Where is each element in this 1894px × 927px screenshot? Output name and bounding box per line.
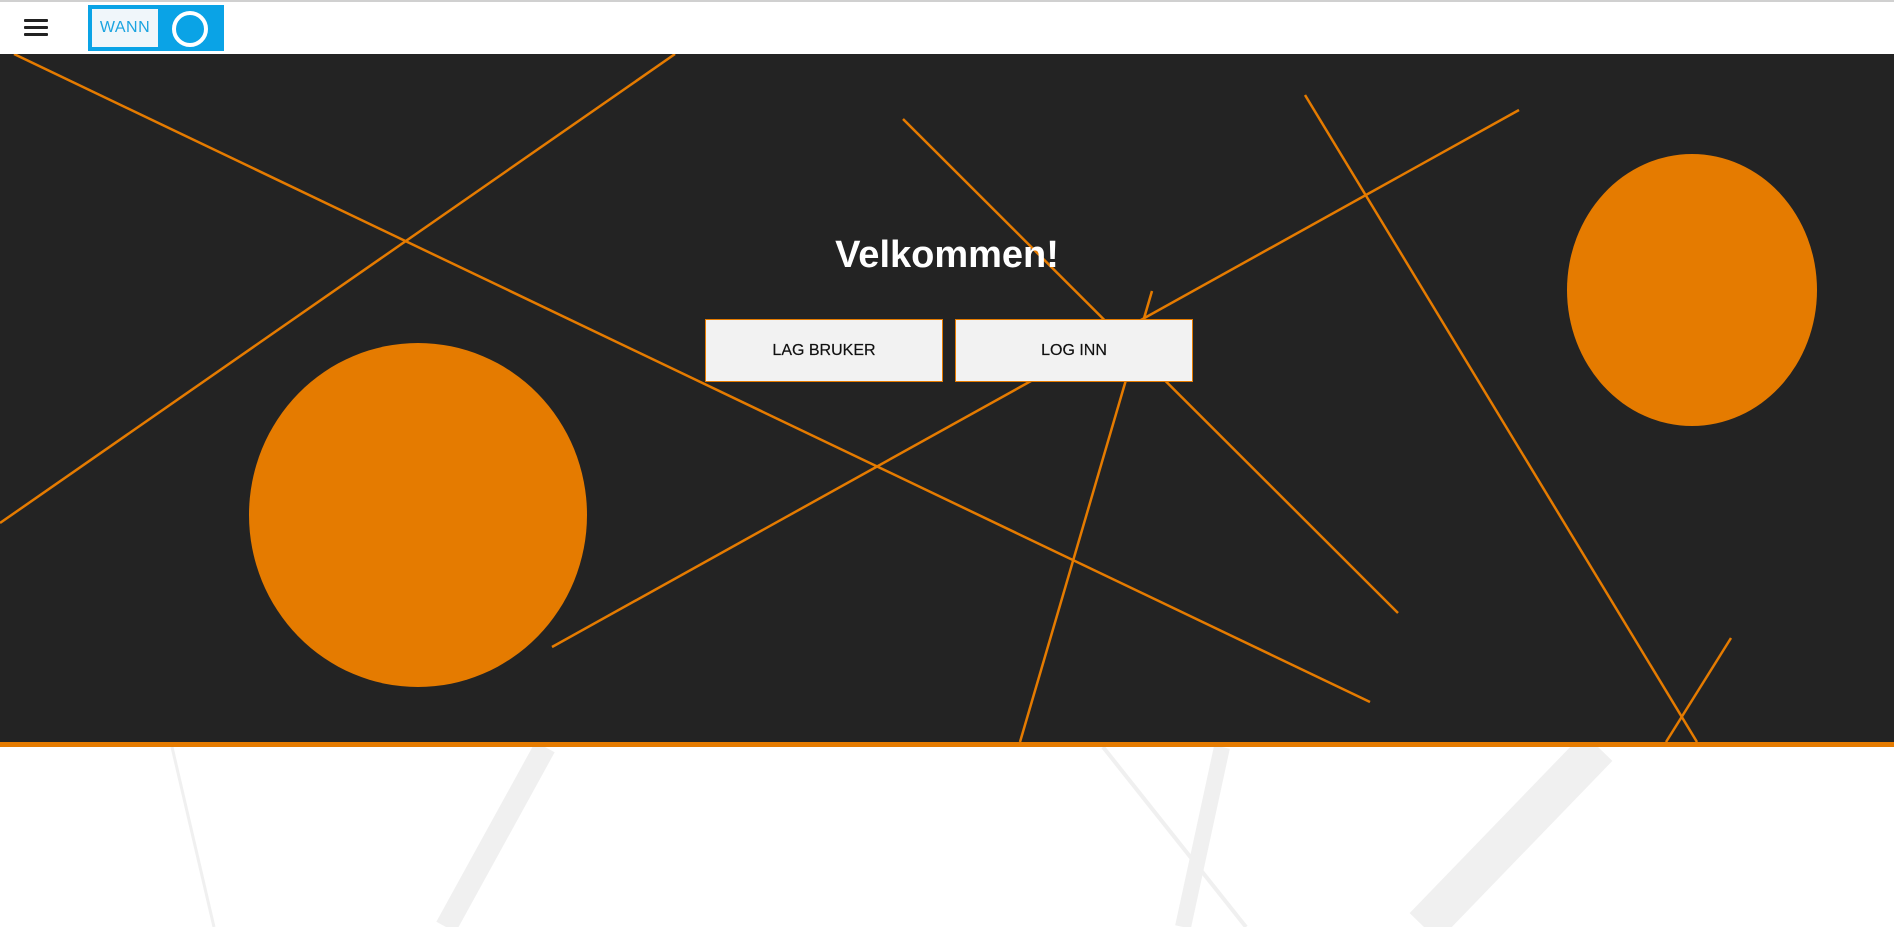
faint-decorative-background <box>170 747 1613 927</box>
top-navigation-bar: WANN <box>0 0 1894 54</box>
faint-line <box>436 747 555 927</box>
welcome-heading: Velkommen! <box>835 234 1059 276</box>
decor-circle-left <box>249 343 587 687</box>
login-button[interactable]: LOG INN <box>955 319 1193 382</box>
decor-line <box>1664 637 1733 742</box>
brand-logo[interactable]: WANN <box>88 5 224 51</box>
signup-button[interactable]: LAG BRUKER <box>705 319 943 382</box>
hero-section: Velkommen! LAG BRUKER LOG INN <box>0 54 1894 742</box>
faint-line <box>1175 747 1230 927</box>
logo-text: WANN <box>92 9 158 47</box>
faint-line <box>170 747 216 927</box>
ring-icon <box>172 11 208 47</box>
decorative-background <box>0 54 1817 742</box>
faint-line <box>1409 747 1613 927</box>
faint-line <box>1101 747 1248 927</box>
lower-section <box>0 747 1894 927</box>
decor-circle-right <box>1567 154 1817 426</box>
hamburger-menu-icon[interactable] <box>22 16 50 40</box>
